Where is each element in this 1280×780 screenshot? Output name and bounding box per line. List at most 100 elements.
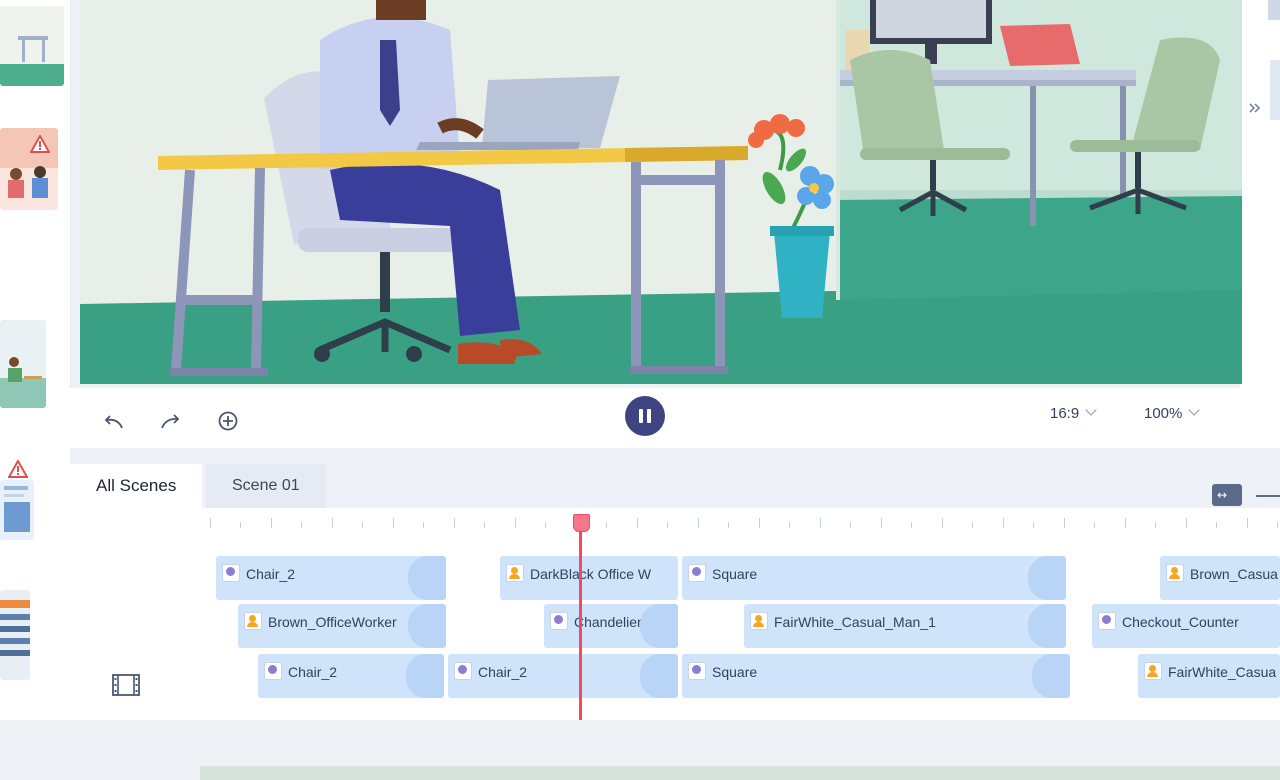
playhead-handle[interactable]: [573, 514, 590, 532]
scene-preview-canvas[interactable]: [80, 0, 1242, 384]
shelf-scene-thumb[interactable]: [0, 590, 30, 680]
clip-handle[interactable]: [408, 604, 446, 648]
ruler-tick: [1247, 518, 1248, 528]
timeline-zoom-slider[interactable]: [1256, 495, 1280, 497]
clip-label: Chair_2: [478, 664, 528, 680]
clip-handle[interactable]: [408, 556, 446, 600]
character-icon: [750, 612, 768, 630]
playhead-line[interactable]: [579, 514, 582, 720]
timeline-clip[interactable]: Brown_OfficeWorker: [238, 604, 446, 648]
chevron-down-icon: [1188, 404, 1201, 416]
ruler-tick: [454, 518, 455, 528]
timeline-clip[interactable]: Square: [682, 654, 1070, 698]
pause-icon: [639, 409, 643, 423]
ruler-tick-minor: [1216, 522, 1217, 528]
office-scene-thumb[interactable]: [0, 6, 64, 86]
right-panel-edge: [1240, 0, 1280, 450]
clip-handle[interactable]: [1028, 604, 1066, 648]
tab-all-scenes[interactable]: All Scenes: [70, 464, 203, 508]
clip-label: DarkBlack Office W: [530, 566, 652, 582]
document-scene-thumb[interactable]: [0, 480, 34, 540]
timeline-clip[interactable]: Chair_2: [216, 556, 446, 600]
ruler-tick-minor: [1094, 522, 1095, 528]
timeline-clip[interactable]: DarkBlack Office W: [500, 556, 678, 600]
ruler-tick: [515, 518, 516, 528]
ruler-tick-minor: [301, 522, 302, 528]
clip-handle[interactable]: [1028, 556, 1066, 600]
timeline-clip[interactable]: Chair_2: [448, 654, 678, 698]
object-icon: [688, 564, 706, 582]
clip-handle[interactable]: [640, 604, 678, 648]
timeline-clip[interactable]: Square: [682, 556, 1066, 600]
ruler-tick-minor: [362, 522, 363, 528]
character-icon: [1144, 662, 1162, 680]
ruler-tick-minor: [972, 522, 973, 528]
audio-track-strip: [200, 766, 1280, 780]
ruler-tick: [1186, 518, 1187, 528]
ruler-tick-minor: [545, 522, 546, 528]
pause-button[interactable]: [625, 396, 665, 436]
timeline-clip[interactable]: Brown_Casua: [1160, 556, 1280, 600]
expand-icon: [1249, 103, 1261, 113]
ruler-tick: [393, 518, 394, 528]
fit-width-button[interactable]: ↔: [1212, 484, 1242, 506]
clip-label: Checkout_Counter: [1122, 614, 1239, 630]
warning-icon: [7, 458, 29, 478]
film-icon: [111, 672, 141, 698]
redo-icon[interactable]: [158, 410, 182, 432]
ruler-tick: [1064, 518, 1065, 528]
ruler-tick-minor: [1033, 522, 1034, 528]
ruler-tick-minor: [1155, 522, 1156, 528]
clip-label: Brown_OfficeWorker: [268, 614, 397, 630]
ruler-tick: [881, 518, 882, 528]
clip-label: Square: [712, 664, 758, 680]
ruler-tick-minor: [484, 522, 485, 528]
aspect-ratio-dropdown[interactable]: 16:9: [1050, 404, 1097, 422]
ruler-tick-minor: [1277, 522, 1278, 528]
timeline-clip[interactable]: Chair_2: [258, 654, 444, 698]
pause-icon-bar: [647, 409, 651, 423]
ruler-tick: [637, 518, 638, 528]
chevron-down-icon: [1085, 404, 1097, 416]
clip-handle[interactable]: [406, 654, 444, 698]
add-scene-icon[interactable]: [216, 410, 240, 432]
ruler-tick: [698, 518, 699, 528]
tab-scene-01[interactable]: Scene 01: [206, 464, 326, 508]
timeline-clip[interactable]: FairWhite_Casua: [1138, 654, 1280, 698]
timeline-clip[interactable]: Checkout_Counter: [1092, 604, 1280, 648]
ruler-tick: [271, 518, 272, 528]
clip-handle[interactable]: [1032, 654, 1070, 698]
playback-toolbar: 16:9 100%: [70, 388, 1280, 448]
ruler-tick: [759, 518, 760, 528]
zoom-value: 100%: [1144, 405, 1183, 422]
clip-label: FairWhite_Casual_Man_1: [774, 614, 936, 630]
timeline-tabs: All Scenes Scene 01 ↔: [70, 464, 1280, 508]
undo-icon[interactable]: [104, 410, 128, 432]
scene-thumbnail-list: [0, 0, 71, 720]
ruler-tick-minor: [911, 522, 912, 528]
object-icon: [264, 662, 282, 680]
clip-label: Brown_Casua: [1190, 566, 1278, 582]
ruler-tick: [1125, 518, 1126, 528]
timeline-tracks: Chair_2 DarkBlack Office W Square Brown_…: [70, 508, 1280, 780]
clip-label: FairWhite_Casua: [1168, 664, 1277, 680]
zoom-dropdown[interactable]: 100%: [1144, 404, 1201, 422]
aspect-ratio-value: 16:9: [1050, 405, 1080, 422]
object-icon: [688, 662, 706, 680]
object-icon: [550, 612, 568, 630]
timeline-clip[interactable]: FairWhite_Casual_Man_1: [744, 604, 1066, 648]
ruler-tick-minor: [240, 522, 241, 528]
ruler-tick-minor: [423, 522, 424, 528]
clip-handle[interactable]: [640, 654, 678, 698]
timeline-ruler[interactable]: [200, 508, 1280, 538]
ruler-tick: [820, 518, 821, 528]
worker-scene-thumb[interactable]: [0, 320, 46, 408]
ruler-tick: [332, 518, 333, 528]
character-icon: [244, 612, 262, 630]
timeline-clip[interactable]: Chandelier 3: [544, 604, 678, 648]
ruler-tick: [210, 518, 211, 528]
warning-icon: [29, 133, 51, 153]
ruler-tick-minor: [789, 522, 790, 528]
ruler-tick-minor: [606, 522, 607, 528]
character-icon: [1166, 564, 1184, 582]
